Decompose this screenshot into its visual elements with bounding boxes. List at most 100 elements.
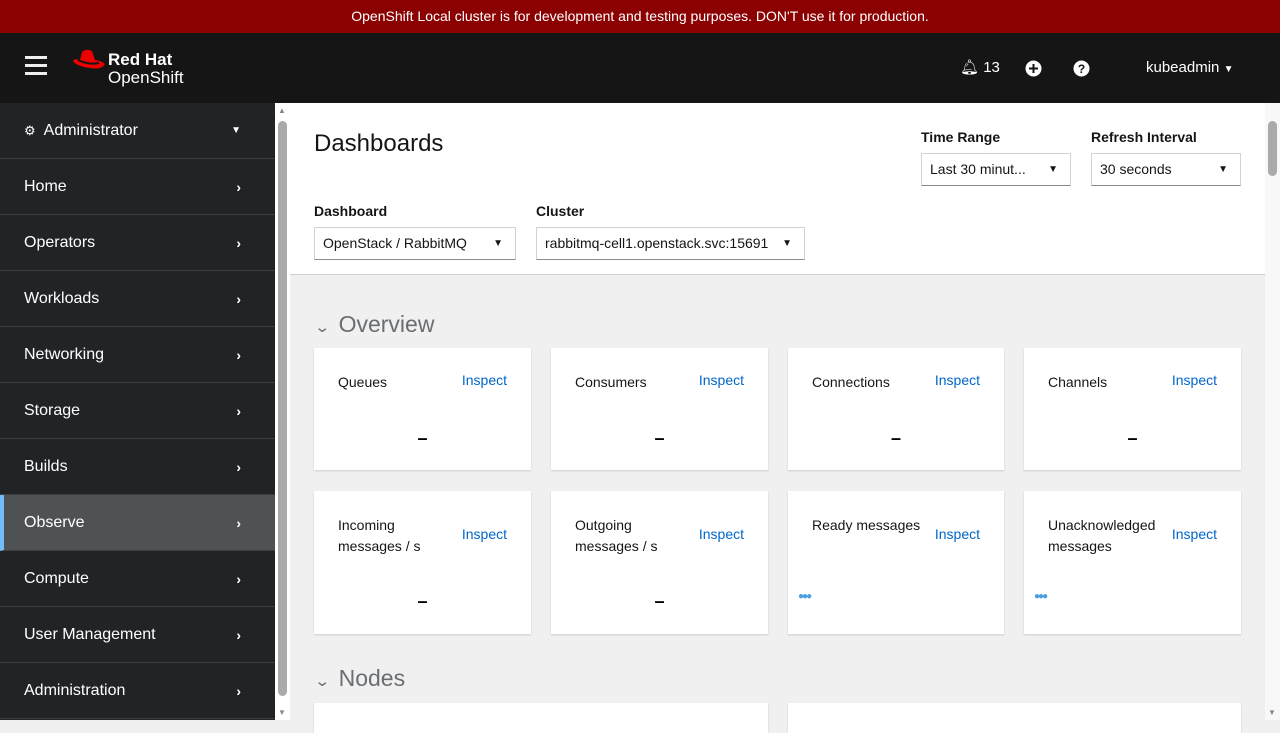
inspect-link[interactable]: Inspect — [1172, 526, 1217, 542]
card-value: – — [417, 591, 428, 611]
dashboard-value: OpenStack / RabbitMQ — [323, 235, 467, 251]
sidebar-item-home[interactable]: Home › — [0, 159, 275, 215]
dashboard-select[interactable]: OpenStack / RabbitMQ ▼ — [314, 227, 516, 260]
page-title: Dashboards — [314, 130, 444, 157]
nav-label: Operators — [24, 233, 96, 251]
card-value: – — [417, 428, 428, 448]
inspect-link[interactable]: Inspect — [462, 526, 507, 542]
nav-label: Builds — [24, 457, 68, 475]
chevron-right-icon: › — [236, 514, 241, 531]
sidebar-scrollbar[interactable]: ▲ ▼ — [275, 103, 290, 720]
help-circle-icon: ? — [1073, 60, 1090, 77]
nav-label: Workloads — [24, 289, 100, 307]
time-range-select[interactable]: Last 30 minut... ▼ — [921, 153, 1071, 186]
metric-card: Incoming messages / s Inspect – — [314, 491, 531, 634]
sidebar-item-networking[interactable]: Networking › — [0, 327, 275, 383]
inspect-link[interactable]: Inspect — [462, 372, 507, 388]
dashboard-toolbar: Dashboards Time Range Last 30 minut... ▼ … — [290, 103, 1265, 275]
card-value: – — [654, 428, 665, 448]
notification-count: 13 — [983, 59, 1000, 76]
sidebar-item-compute[interactable]: Compute › — [0, 551, 275, 607]
card-title: Channels — [1048, 374, 1108, 390]
caret-down-icon: ▼ — [1223, 64, 1234, 75]
nav-label: Home — [24, 177, 67, 195]
card-title: Outgoing messages / s — [575, 517, 658, 554]
chevron-down-icon: ⌄ — [314, 673, 331, 690]
metric-card: Consumers Inspect – — [551, 348, 768, 470]
chevron-right-icon: › — [236, 458, 241, 475]
chevron-right-icon: › — [236, 234, 241, 251]
dev-cluster-banner: OpenShift Local cluster is for developme… — [0, 0, 1280, 33]
inspect-link[interactable]: Inspect — [699, 526, 744, 542]
nav-label: User Management — [24, 625, 156, 643]
masthead: Red Hat OpenShift 🔔︎ 13 ? kubeadmin ▼ — [0, 33, 1280, 103]
card-value: – — [654, 591, 665, 611]
sidebar-item-operators[interactable]: Operators › — [0, 215, 275, 271]
scroll-up-icon[interactable]: ▲ — [278, 106, 286, 115]
sidebar-item-user-management[interactable]: User Management › — [0, 607, 275, 663]
caret-down-icon: ▼ — [493, 238, 503, 249]
bell-icon: 🔔︎ — [960, 59, 980, 76]
section-title: Nodes — [338, 665, 406, 691]
menu-toggle-icon[interactable] — [25, 56, 47, 76]
chevron-right-icon: › — [236, 346, 241, 363]
card-value: – — [890, 428, 901, 448]
sidebar-item-administration[interactable]: Administration › — [0, 663, 275, 719]
metric-card: Queues Inspect – — [314, 348, 531, 470]
sidebar-item-observe[interactable]: Observe › — [0, 495, 275, 551]
cluster-label: Cluster — [536, 203, 585, 219]
refresh-interval-label: Refresh Interval — [1091, 129, 1197, 145]
main-scrollbar[interactable]: ▼ — [1265, 103, 1280, 720]
metric-card: Connections Inspect – — [788, 348, 1004, 470]
chevron-down-icon: ⌄ — [314, 319, 331, 336]
loading-icon: ●●● — [1034, 591, 1048, 602]
cluster-select[interactable]: rabbitmq-cell1.openstack.svc:15691 ▼ — [536, 227, 805, 260]
refresh-interval-value: 30 seconds — [1100, 161, 1172, 177]
refresh-interval-select[interactable]: 30 seconds ▼ — [1091, 153, 1241, 186]
card-title: Consumers — [575, 374, 647, 390]
user-menu[interactable]: kubeadmin ▼ — [1146, 33, 1233, 103]
username: kubeadmin — [1146, 59, 1220, 76]
help-button[interactable]: ? — [1073, 33, 1090, 103]
overview-section-toggle[interactable]: ⌄ Overview — [314, 311, 435, 338]
card-value: – — [1127, 428, 1138, 448]
inspect-link[interactable]: Inspect — [935, 526, 980, 542]
inspect-link[interactable]: Inspect — [699, 372, 744, 388]
nav-label: Observe — [24, 513, 85, 531]
card-title: Unacknowledged messages — [1048, 517, 1156, 554]
inspect-link[interactable]: Inspect — [1172, 372, 1217, 388]
nav-label: Storage — [24, 401, 81, 419]
loading-icon: ●●● — [798, 591, 812, 602]
sidebar-item-storage[interactable]: Storage › — [0, 383, 275, 439]
card-title: Connections — [812, 374, 890, 390]
caret-down-icon: ▼ — [782, 238, 792, 249]
perspective-label: Administrator — [43, 121, 138, 139]
metric-card: Outgoing messages / s Inspect – — [551, 491, 768, 634]
scroll-down-icon[interactable]: ▼ — [1268, 708, 1276, 717]
svg-text:?: ? — [1078, 62, 1085, 76]
plus-circle-icon — [1025, 60, 1042, 77]
perspective-switcher[interactable]: ⚙ Administrator ▼ — [0, 103, 275, 159]
nodes-section-toggle[interactable]: ⌄ Nodes — [314, 665, 406, 692]
inspect-link[interactable]: Inspect — [935, 372, 980, 388]
chevron-right-icon: › — [236, 682, 241, 699]
section-title: Overview — [338, 311, 435, 337]
metric-card: Unacknowledged messages Inspect ●●● — [1024, 491, 1241, 634]
chevron-right-icon: › — [236, 402, 241, 419]
add-button[interactable] — [1025, 33, 1042, 103]
card-title: Incoming messages / s — [338, 517, 421, 554]
brand-line1: Red Hat — [108, 50, 173, 69]
cogs-icon: ⚙ — [24, 122, 36, 138]
sidebar-item-workloads[interactable]: Workloads › — [0, 271, 275, 327]
nodes-panel — [314, 703, 768, 733]
sidebar: ⚙ Administrator ▼ Home › Operators › Workloa… — [0, 103, 275, 720]
nav-label: Compute — [24, 569, 89, 587]
nav-label: Networking — [24, 345, 105, 363]
scroll-down-icon[interactable]: ▼ — [278, 708, 286, 717]
brand-line2: OpenShift — [108, 68, 184, 87]
chevron-right-icon: › — [236, 290, 241, 307]
notifications-button[interactable]: 🔔︎ 13 — [960, 33, 1000, 103]
sidebar-item-builds[interactable]: Builds › — [0, 439, 275, 495]
chevron-right-icon: › — [236, 178, 241, 195]
time-range-label: Time Range — [921, 129, 1001, 145]
